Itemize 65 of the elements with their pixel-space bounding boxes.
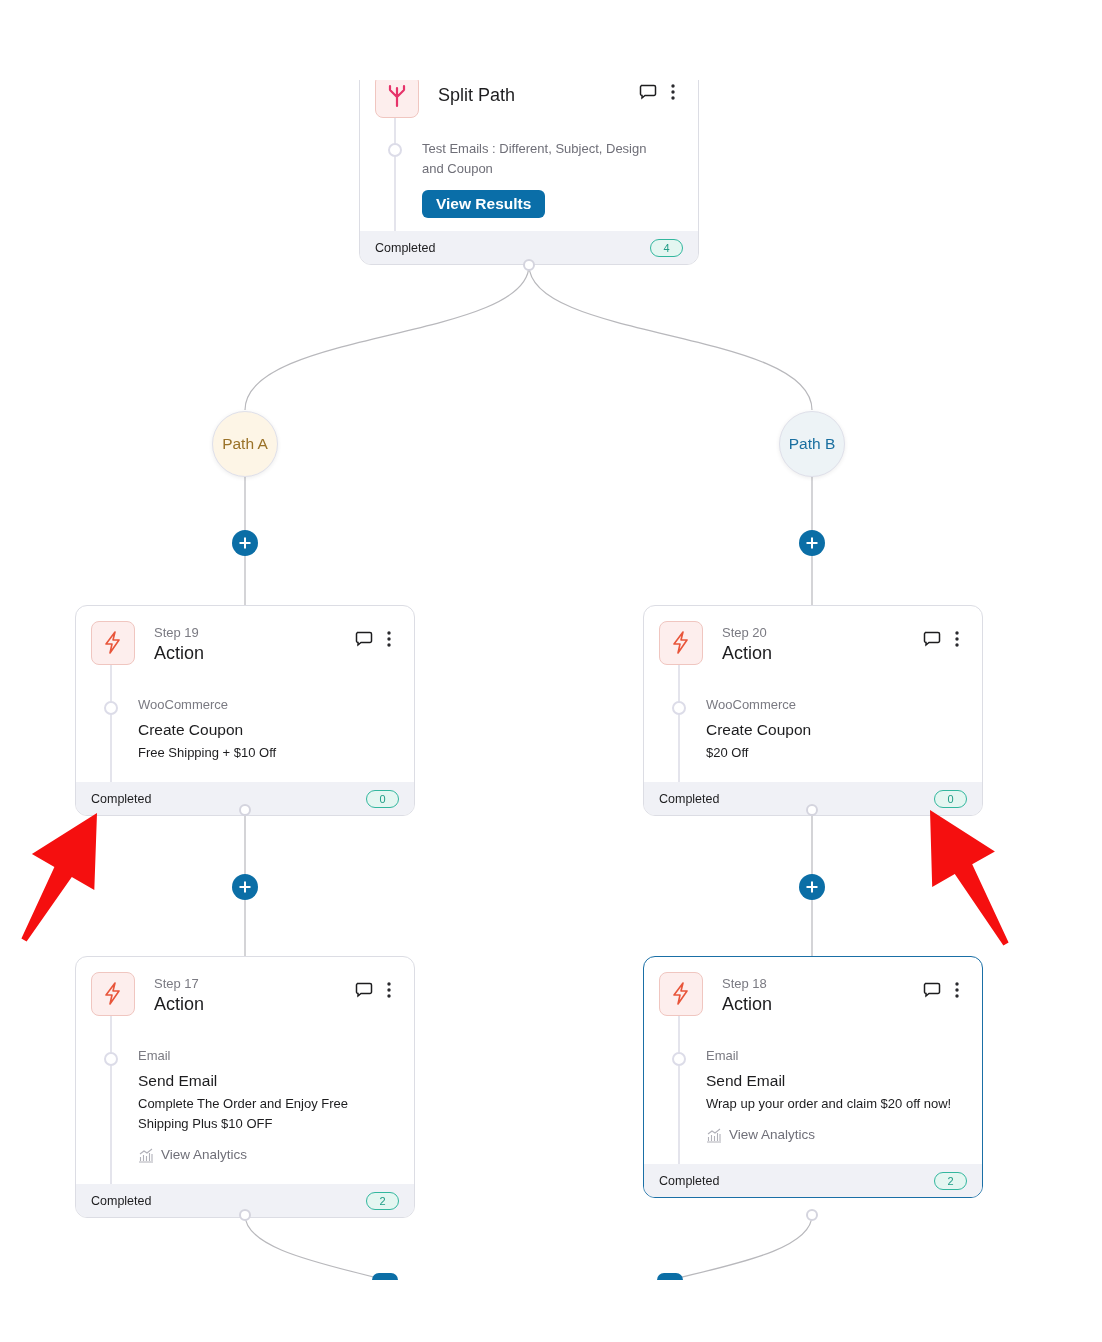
step-title: Split Path (438, 84, 517, 106)
action-name: Send Email (706, 1071, 787, 1091)
timeline-dot (104, 1052, 118, 1066)
step-title: Action (154, 642, 206, 664)
more-options-icon[interactable] (387, 981, 391, 998)
path-node[interactable]: Path A (212, 411, 278, 477)
split-icon (375, 80, 419, 118)
more-options-icon[interactable] (955, 981, 959, 998)
step-label: Step 17 (154, 976, 200, 992)
action-detail: $20 Off (706, 744, 750, 762)
lightning-icon (91, 972, 135, 1016)
more-options-icon[interactable] (955, 630, 959, 647)
count-badge: 4 (650, 238, 683, 257)
action-name: Create Coupon (138, 720, 245, 740)
step-label: Step 20 (722, 625, 768, 641)
timeline-dot (672, 701, 686, 715)
step-card[interactable]: Step 19 Action WooCommerce Create Coupon Free Shipping + $10 Off Completed 0 (75, 605, 415, 816)
more-options-icon[interactable] (671, 83, 675, 100)
step-card[interactable]: Step 20 Action WooCommerce Create Coupon $20 Off Completed 0 (643, 605, 983, 816)
action-name: Create Coupon (706, 720, 813, 740)
step-category: WooCommerce (706, 696, 798, 714)
step-title: Action (722, 993, 774, 1015)
comment-icon[interactable] (639, 83, 657, 100)
lightning-icon (659, 621, 703, 665)
status-label: Completed (375, 240, 436, 255)
step-title: Action (722, 642, 774, 664)
split-step-card[interactable]: Split Path Test Emails : Different, Subject, Design and Coupon View Results Completed 4 (359, 80, 699, 265)
lightning-icon (659, 972, 703, 1016)
count-badge: 2 (934, 1171, 967, 1190)
connector-node (806, 1209, 818, 1221)
timeline-dot (388, 143, 402, 157)
step-title: Action (154, 993, 206, 1015)
status-label: Completed (91, 1193, 152, 1208)
step-category: Email (138, 1047, 172, 1065)
view-results-button[interactable]: View Results (422, 190, 546, 218)
step-label: Step 18 (722, 976, 768, 992)
action-detail: Complete The Order and Enjoy Free Shipping Plus $10 OFF (138, 1095, 350, 1133)
more-options-icon[interactable] (387, 630, 391, 647)
status-label: Completed (91, 791, 152, 806)
count-badge: 0 (934, 789, 967, 808)
count-badge: 2 (366, 1191, 399, 1210)
action-name: Send Email (138, 1071, 219, 1091)
action-detail: Free Shipping + $10 Off (138, 744, 278, 762)
view-analytics-link[interactable]: View Analytics (729, 1125, 816, 1145)
count-badge: 0 (366, 789, 399, 808)
status-label: Completed (659, 791, 720, 806)
step-card[interactable]: Step 17 Action Email Send Email Complete The Order and Enjoy Free Shipping Plus $10 OFF View Analytics Completed 2 (75, 956, 415, 1218)
step-category: Email (706, 1047, 740, 1065)
timeline-dot (104, 701, 118, 715)
path-node[interactable]: Path B (779, 411, 845, 477)
comment-icon[interactable] (355, 981, 373, 998)
analytics-icon (138, 1147, 154, 1163)
status-label: Completed (659, 1173, 720, 1188)
step-category: WooCommerce (138, 696, 230, 714)
step-card[interactable]: Step 18 Action Email Send Email Wrap up your order and claim $20 off now! View Analytics Completed 2 (643, 956, 983, 1198)
view-analytics-link[interactable]: View Analytics (161, 1145, 248, 1165)
comment-icon[interactable] (355, 630, 373, 647)
analytics-icon (706, 1127, 722, 1143)
step-description: Test Emails : Different, Subject, Design and Coupon (422, 140, 648, 178)
lightning-icon (91, 621, 135, 665)
timeline-dot (672, 1052, 686, 1066)
step-label: Step 19 (154, 625, 200, 641)
comment-icon[interactable] (923, 981, 941, 998)
comment-icon[interactable] (923, 630, 941, 647)
action-detail: Wrap up your order and claim $20 off now! (706, 1095, 952, 1113)
